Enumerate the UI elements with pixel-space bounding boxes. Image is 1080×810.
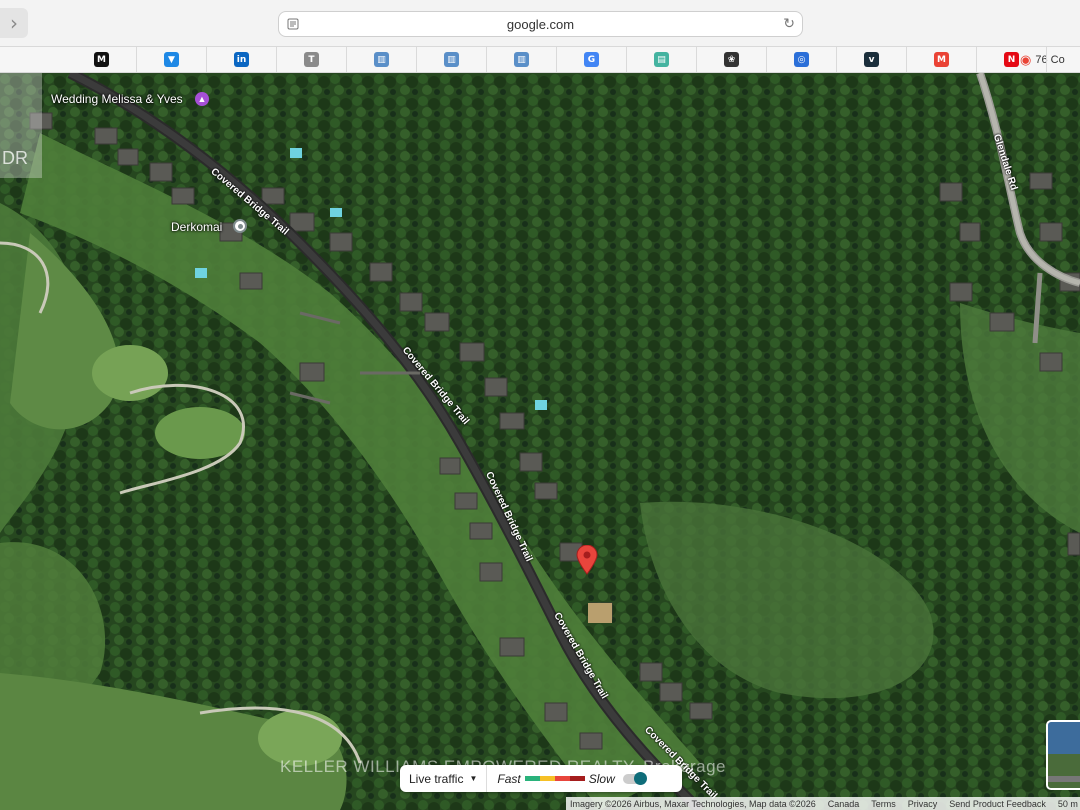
traffic-swatches (524, 776, 585, 781)
bookmark-item[interactable]: ▼ (137, 47, 207, 72)
bookmark-item[interactable]: ▥ (487, 47, 557, 72)
traffic-swatch (539, 776, 555, 781)
terms-link[interactable]: Terms (871, 799, 896, 809)
vimeo-icon: v (864, 52, 879, 67)
imagery-text: Imagery ©2026 Airbus, Maxar Technologies… (570, 798, 816, 809)
bookmark-item[interactable]: M (67, 47, 137, 72)
chevron-down-icon: ▼ (469, 774, 478, 783)
tower-icon: ▤ (654, 52, 669, 67)
traffic-swatch (554, 776, 570, 781)
bookmark-item[interactable]: M (907, 47, 977, 72)
bookmark-item[interactable]: ❀ (697, 47, 767, 72)
bookmark-item[interactable]: G (557, 47, 627, 72)
traffic-swatch (569, 776, 585, 781)
address-bar[interactable]: google.com ↻ (278, 11, 803, 37)
reload-icon[interactable]: ↻ (783, 16, 795, 32)
bookmark-item[interactable]: in (207, 47, 277, 72)
toggle-icon[interactable] (622, 771, 647, 785)
google-icon: G (584, 52, 599, 67)
scale-label: 50 m (1057, 798, 1078, 809)
side-text: DR (2, 148, 28, 168)
building-icon: ▥ (444, 52, 459, 67)
url-text: google.com (506, 16, 575, 32)
place-label[interactable]: Derkomai (171, 220, 222, 234)
openai-icon: ❀ (724, 52, 739, 67)
country-link[interactable]: Canada (828, 799, 860, 809)
place-label[interactable]: Wedding Melissa & Yves (51, 92, 183, 106)
live-traffic-dropdown[interactable]: Live traffic ▼ (400, 765, 488, 792)
netflix-icon: N (1004, 52, 1019, 67)
slow-label: Slow (588, 771, 615, 786)
reader-icon[interactable] (287, 18, 299, 30)
bookmark-item[interactable]: ▥ (417, 47, 487, 72)
traffic-legend: Fast Slow (487, 771, 647, 786)
bookmark-item[interactable]: v (837, 47, 907, 72)
bookmark-item[interactable]: ▥ (347, 47, 417, 72)
forward-button[interactable]: › (0, 8, 28, 38)
traffic-swatch (524, 776, 540, 781)
t-icon: T (304, 52, 319, 67)
bookmark-item[interactable]: ▤ (627, 47, 697, 72)
satellite-map[interactable]: DR ▲ Wedding Melissa & Yves Derkomai Cov… (0, 73, 1080, 810)
bookmark-item[interactable]: N (977, 47, 1047, 72)
browser-toolbar: › google.com ↻ (0, 0, 1080, 47)
bookmark-item[interactable]: ◎ (767, 47, 837, 72)
linkedin-icon: in (234, 52, 249, 67)
traffic-control[interactable]: Live traffic ▼ Fast Slow (400, 765, 682, 792)
location-pin-icon[interactable] (576, 545, 598, 575)
map-attribution: Imagery ©2026 Airbus, Maxar Technologies… (566, 797, 1080, 810)
bookmark-item[interactable]: T (277, 47, 347, 72)
side-screenshot-overlay: DR (0, 73, 42, 178)
chevron-icon: › (10, 11, 18, 35)
medium-icon: M (94, 52, 109, 67)
venue-icon[interactable]: ▲ (195, 92, 209, 106)
gmail-icon: M (934, 52, 949, 67)
vivaldi-v-icon: ▼ (164, 52, 179, 67)
satellite-imagery (0, 73, 1080, 810)
circle-logo-icon: ◎ (794, 52, 809, 67)
street-view-thumbnail[interactable] (1046, 720, 1080, 790)
fast-label: Fast (497, 771, 521, 786)
building-icon: ▥ (514, 52, 529, 67)
building-icon: ▥ (374, 52, 389, 67)
bookmarks-bar: ◉ 76 Co M ▼ in T ▥ ▥ ▥ G ▤ ❀ ◎ v M N (0, 47, 1080, 73)
place-icon[interactable] (233, 219, 247, 233)
feedback-link[interactable]: Send Product Feedback (949, 799, 1046, 809)
browser-window: › google.com ↻ ◉ 76 Co M ▼ in T ▥ ▥ ▥ G ▤ ❀ ◎ v M N (0, 0, 1080, 810)
live-traffic-label: Live traffic (409, 771, 464, 786)
privacy-link[interactable]: Privacy (908, 799, 938, 809)
